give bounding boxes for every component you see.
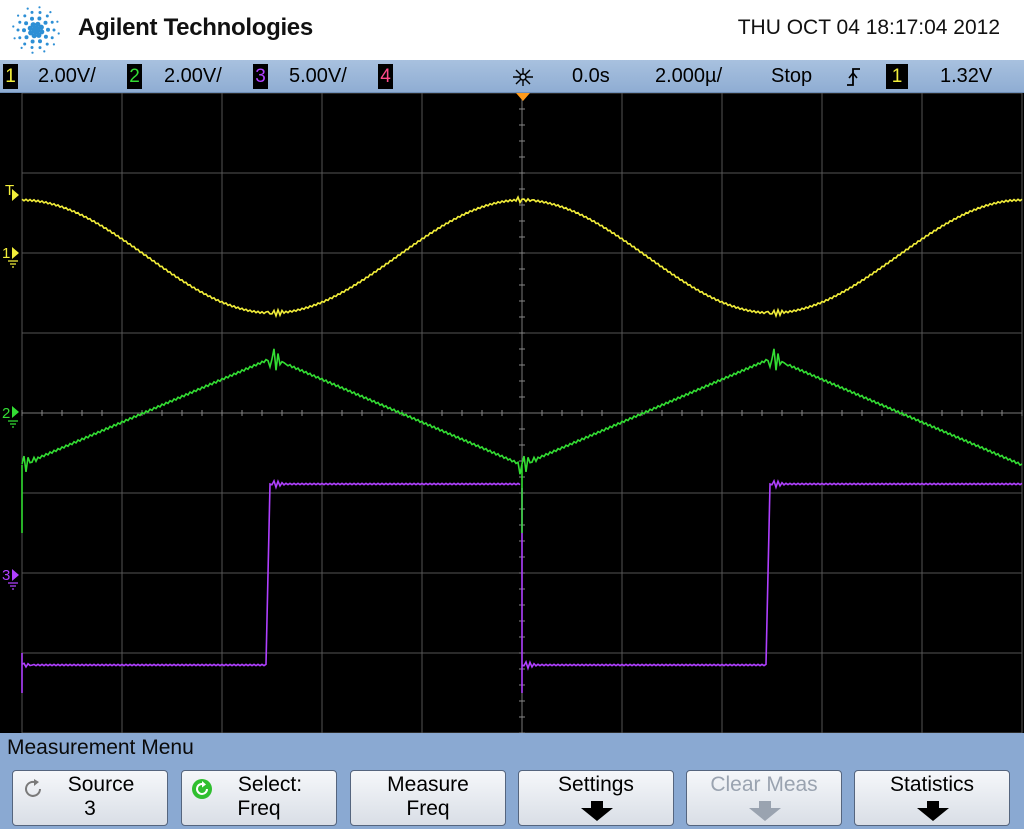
rising-edge-icon bbox=[847, 68, 860, 86]
statistics-label: Statistics bbox=[889, 773, 975, 796]
channel-1-scale[interactable]: 2.00V/ bbox=[38, 64, 96, 89]
channel-1-marker-label: 1 bbox=[2, 245, 10, 262]
trigger-level[interactable]: 1.32V bbox=[940, 64, 992, 89]
select-label: Select: bbox=[237, 773, 303, 796]
trigger-level-marker[interactable]: T bbox=[5, 182, 19, 201]
measure-value: Freq bbox=[406, 797, 450, 820]
channel-2-ground-marker[interactable]: 2 bbox=[2, 405, 19, 428]
source-label: Source bbox=[67, 773, 135, 796]
menu-title: Measurement Menu bbox=[7, 736, 194, 759]
clear-meas-softkey[interactable]: Clear Meas bbox=[686, 770, 842, 826]
trigger-position-marker-icon[interactable] bbox=[516, 93, 530, 101]
select-value: Freq bbox=[237, 797, 281, 820]
header: Agilent Technologies THU OCT 04 18:17:04… bbox=[0, 0, 1024, 60]
clear-meas-label: Clear Meas bbox=[710, 773, 818, 796]
settings-label: Settings bbox=[558, 773, 634, 796]
trigger-source-badge[interactable]: 1 bbox=[886, 64, 908, 89]
agilent-spark-logo-icon bbox=[12, 6, 60, 54]
status-bar: 1 2.00V/ 2 2.00V/ 3 5.00V/ 4 0.0s 2.000µ… bbox=[0, 60, 1024, 93]
source-value: 3 bbox=[84, 797, 96, 820]
statistics-softkey[interactable]: Statistics bbox=[854, 770, 1010, 826]
channel-4-badge[interactable]: 4 bbox=[378, 64, 393, 89]
settings-softkey[interactable]: Settings bbox=[518, 770, 674, 826]
source-softkey[interactable]: Source 3 bbox=[12, 770, 168, 826]
waveform-display[interactable]: T 1 2 3 bbox=[0, 93, 1024, 733]
submenu-arrow-icon bbox=[749, 801, 781, 821]
channel-1-ground-marker[interactable]: 1 bbox=[2, 245, 19, 268]
measurement-menu: Measurement Menu Source 3 Select: Freq M… bbox=[0, 733, 1024, 829]
submenu-arrow-icon bbox=[917, 801, 949, 821]
channel-2-scale[interactable]: 2.00V/ bbox=[164, 64, 222, 89]
channel-2-marker-label: 2 bbox=[2, 405, 10, 422]
select-softkey[interactable]: Select: Freq bbox=[181, 770, 337, 826]
channel-1-badge[interactable]: 1 bbox=[3, 64, 18, 89]
horizontal-delay[interactable]: 0.0s bbox=[572, 64, 610, 89]
submenu-arrow-icon bbox=[581, 801, 613, 821]
channel-2-badge[interactable]: 2 bbox=[127, 64, 142, 89]
channel-3-scale[interactable]: 5.00V/ bbox=[289, 64, 347, 89]
channel-3-marker-label: 3 bbox=[2, 567, 10, 584]
brand-name: Agilent Technologies bbox=[78, 14, 313, 41]
measure-label: Measure bbox=[387, 773, 469, 796]
run-state: Stop bbox=[771, 65, 813, 87]
horizontal-delay-icon bbox=[513, 68, 533, 86]
measure-softkey[interactable]: Measure Freq bbox=[350, 770, 506, 826]
waveform-area: T 1 2 3 bbox=[2, 93, 1023, 733]
date-time: THU OCT 04 18:17:04 2012 bbox=[737, 16, 1000, 39]
channel-3-badge[interactable]: 3 bbox=[253, 64, 268, 89]
timebase-scale[interactable]: 2.000µ/ bbox=[655, 64, 722, 89]
channel-3-ground-marker[interactable]: 3 bbox=[2, 567, 19, 590]
